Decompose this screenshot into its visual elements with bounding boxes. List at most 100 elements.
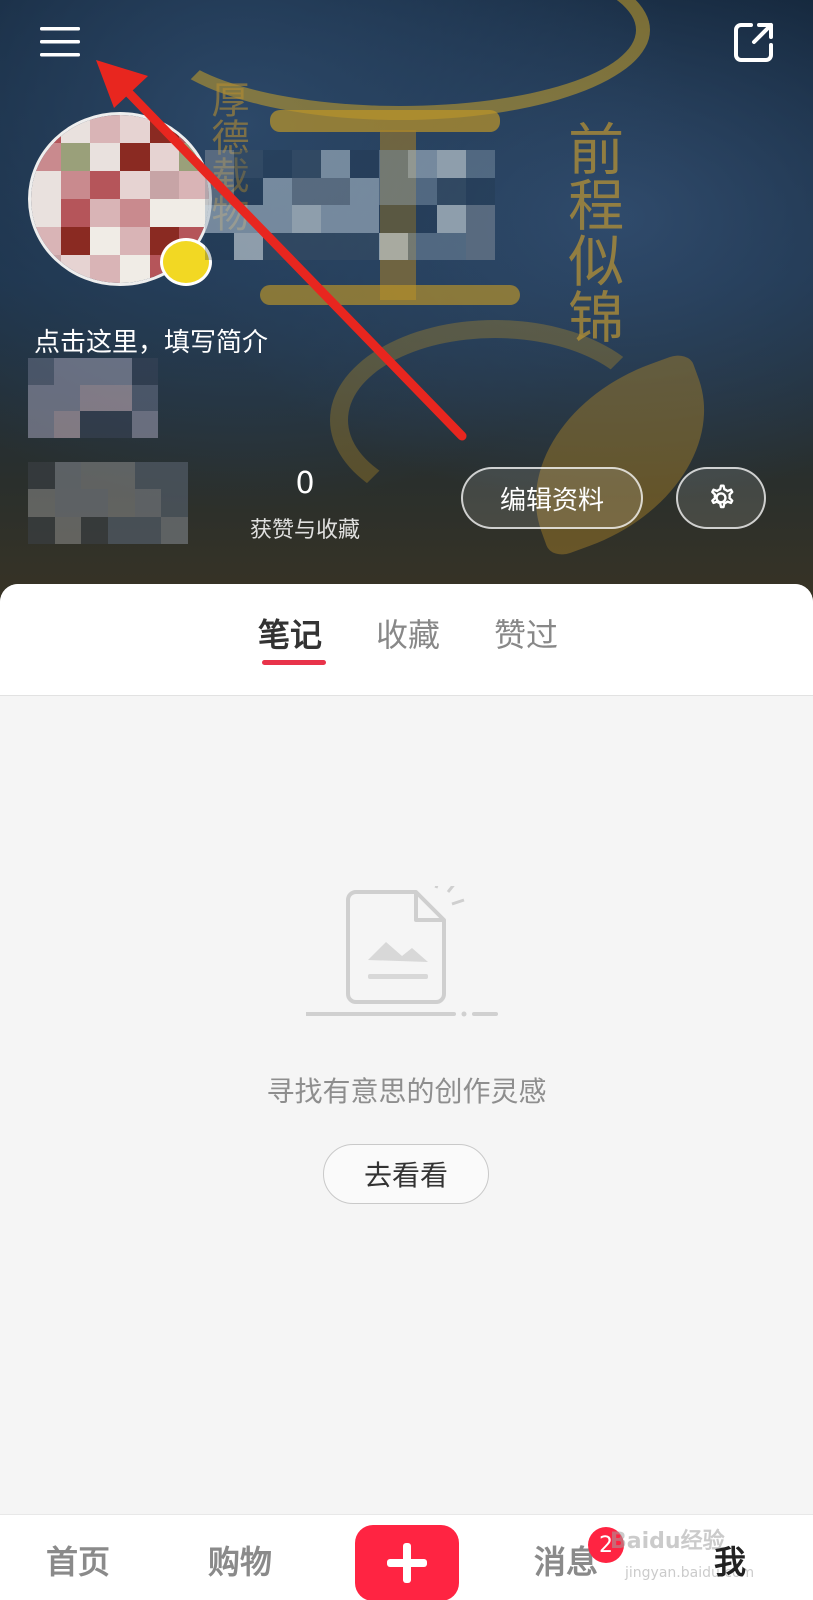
mosaic-cell <box>161 489 188 517</box>
mosaic-cell <box>350 205 379 233</box>
tab-favorites[interactable]: 收藏 <box>376 610 440 656</box>
mosaic-cell <box>28 462 55 490</box>
mosaic-cell <box>437 177 466 205</box>
publish-button[interactable] <box>355 1525 459 1600</box>
mosaic-cell <box>80 384 106 412</box>
mosaic-cell <box>134 516 162 544</box>
mosaic-cell <box>31 199 61 227</box>
mosaic-cell <box>321 232 350 260</box>
mosaic-cell <box>466 205 495 233</box>
mosaic-cell <box>350 150 379 178</box>
mosaic-cell <box>321 177 350 205</box>
mosaic-cell <box>80 358 106 385</box>
mosaic-cell <box>149 171 180 199</box>
mosaic-cell <box>107 462 135 490</box>
mosaic-cell <box>90 171 120 199</box>
mosaic-cell <box>106 411 132 438</box>
mosaic-cell <box>134 489 162 517</box>
mosaic-cell <box>31 227 61 255</box>
mosaic-cell <box>379 205 408 233</box>
empty-image-icon <box>306 886 498 1017</box>
mosaic-cell <box>408 205 437 233</box>
menu-button[interactable] <box>36 18 84 66</box>
mosaic-cell <box>119 143 150 171</box>
mosaic-cell <box>379 177 408 205</box>
explore-button[interactable]: 去看看 <box>323 1144 489 1204</box>
settings-button[interactable] <box>676 467 766 529</box>
menu-icon <box>40 27 80 57</box>
mosaic-cell <box>408 232 437 260</box>
mosaic-cell <box>205 150 234 178</box>
mosaic-cell <box>60 255 91 283</box>
mosaic-cell <box>292 177 321 205</box>
mosaic-cell <box>321 150 350 178</box>
mosaic-cell <box>119 115 150 143</box>
mosaic-cell <box>31 255 61 283</box>
mosaic-cell <box>54 516 82 544</box>
nav-item-home[interactable]: 首页 <box>46 1537 110 1583</box>
edit-profile-button[interactable]: 编辑资料 <box>461 467 643 529</box>
mosaic-cell <box>466 177 495 205</box>
mosaic-cell <box>466 232 495 260</box>
empty-state-message: 寻找有意思的创作灵感 <box>266 1075 547 1108</box>
mosaic-cell <box>132 411 158 438</box>
mosaic-cell <box>31 143 61 171</box>
likes-count: 0 <box>295 466 315 501</box>
mosaic-cell <box>263 205 292 233</box>
likes-and-collects-stat[interactable]: 0 获赞与收藏 <box>240 466 370 544</box>
mosaic-cell <box>161 462 188 490</box>
mosaic-cell <box>379 232 408 260</box>
mosaic-cell <box>350 177 379 205</box>
active-tab-indicator <box>262 660 326 665</box>
mosaic-cell <box>149 199 180 227</box>
mosaic-cell <box>292 150 321 178</box>
nav-item-me[interactable]: 我 <box>714 1537 746 1583</box>
mosaic-cell <box>28 516 55 544</box>
mosaic-cell <box>90 115 120 143</box>
mosaic-cell <box>54 411 80 438</box>
mosaic-cell <box>80 411 106 438</box>
mosaic-cell <box>60 143 91 171</box>
mosaic-cell <box>28 411 54 438</box>
watermark-logo: Baidu经验 <box>610 1529 725 1554</box>
mosaic-cell <box>107 489 135 517</box>
bio-placeholder[interactable]: 点击这里，填写简介 <box>34 322 268 359</box>
mosaic-cell <box>60 227 91 255</box>
mosaic-cell <box>90 255 120 283</box>
background-decoration <box>260 285 520 305</box>
mosaic-cell <box>408 150 437 178</box>
nav-item-shopping[interactable]: 购物 <box>208 1537 272 1583</box>
mosaic-cell <box>292 232 321 260</box>
mosaic-cell <box>119 199 150 227</box>
mosaic-cell <box>28 489 55 517</box>
mosaic-cell <box>106 358 132 385</box>
mosaic-cell <box>205 205 234 233</box>
mosaic-cell <box>350 232 379 260</box>
mosaic-cell <box>106 384 132 412</box>
mosaic-cell <box>134 462 162 490</box>
mosaic-cell <box>263 150 292 178</box>
profile-header: 前程似锦 厚德载物 点击这里，填写简介 0 获赞与收藏 编辑资料 <box>0 0 813 620</box>
mosaic-cell <box>28 358 54 385</box>
profile-tabs: 笔记 收藏 赞过 <box>0 584 813 696</box>
tab-liked[interactable]: 赞过 <box>494 610 558 656</box>
background-decoration <box>150 0 650 120</box>
share-button[interactable] <box>730 18 778 66</box>
mosaic-cell <box>149 115 180 143</box>
background-calligraphy: 前程似锦 <box>558 120 624 344</box>
tab-notes[interactable]: 笔记 <box>258 610 322 656</box>
mosaic-cell <box>234 150 263 178</box>
mosaic-cell <box>132 358 158 385</box>
mosaic-cell <box>54 489 82 517</box>
mosaic-cell <box>205 177 234 205</box>
share-icon <box>734 23 773 62</box>
mosaic-cell <box>234 232 263 260</box>
redacted-info <box>28 358 158 438</box>
mosaic-cell <box>466 150 495 178</box>
mosaic-cell <box>119 227 150 255</box>
likes-label: 获赞与收藏 <box>249 518 360 543</box>
mosaic-cell <box>119 171 150 199</box>
mosaic-cell <box>81 489 108 517</box>
background-decoration <box>270 110 500 132</box>
mosaic-cell <box>263 232 292 260</box>
